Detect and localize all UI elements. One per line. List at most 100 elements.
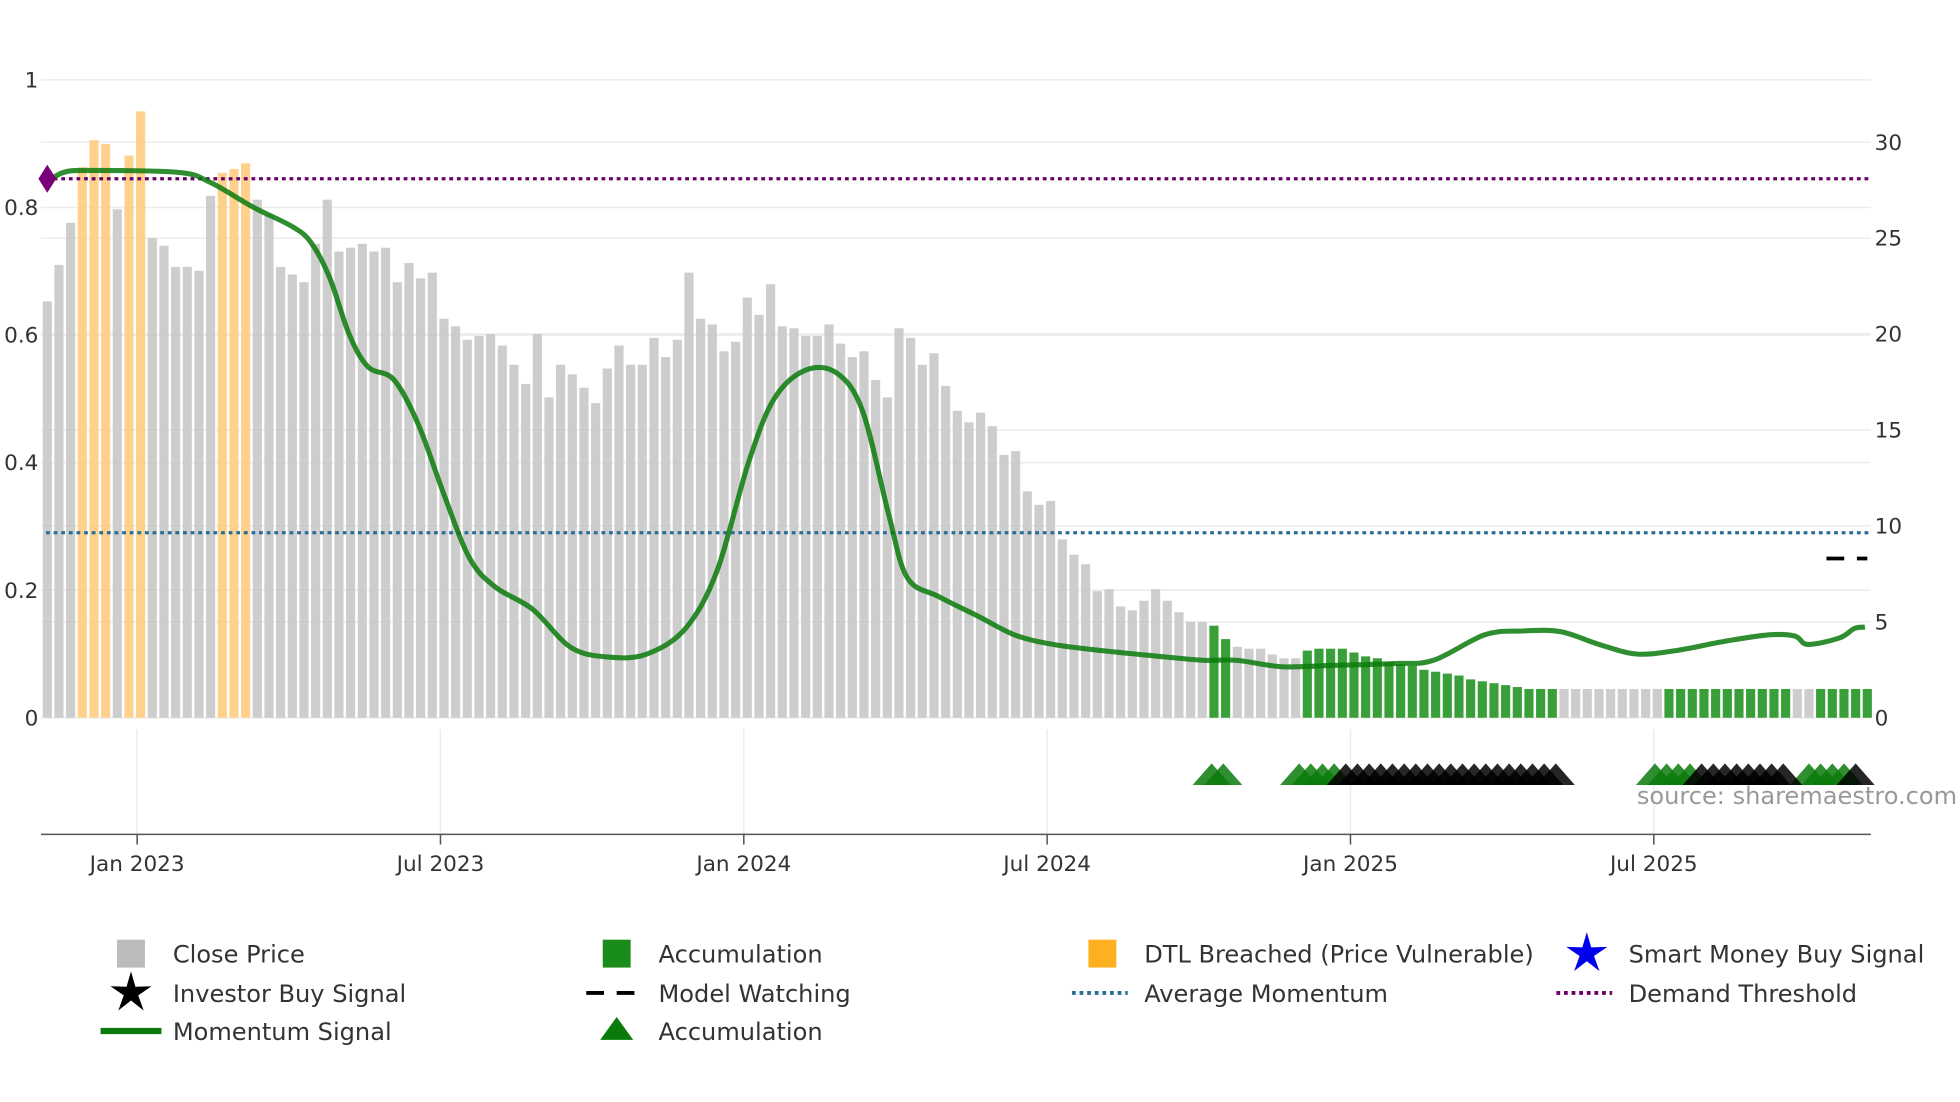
close-price-bar (1034, 504, 1044, 718)
close-price-bar (882, 397, 892, 718)
close-price-bar (696, 318, 706, 718)
accumulation-bar (1221, 639, 1231, 718)
close-price-bar (54, 264, 64, 718)
close-price-bar (591, 403, 601, 718)
close-price-bar (544, 397, 554, 718)
accumulation-bar (1769, 688, 1779, 718)
close-price-bar (206, 195, 216, 718)
close-price-bar (801, 335, 811, 718)
close-price-bar (427, 272, 437, 718)
accumulation-bar (1407, 665, 1417, 718)
close-price-bar (264, 215, 274, 718)
close-price-bar (661, 357, 671, 718)
close-price-bar (381, 247, 391, 718)
close-price-bar (999, 454, 1009, 718)
accumulation-bar (1687, 688, 1697, 718)
close-price-bar (1174, 612, 1184, 718)
close-price-bar (754, 314, 764, 718)
accumulation-bar (1547, 688, 1557, 718)
close-price-bar (66, 222, 76, 718)
close-price-bar (824, 324, 834, 718)
close-price-bar (1127, 610, 1137, 718)
close-price-bar (147, 238, 157, 718)
momentum-price-chart: Jan 2023 Jul 2023 Jan 2024 Jul 2024 Jan 2025… (4, 69, 1957, 1046)
close-price-bar (1606, 688, 1616, 718)
close-price-bar (766, 284, 776, 718)
close-price-bar (392, 282, 402, 718)
close-price-bar (42, 301, 52, 718)
close-price-bar (602, 368, 612, 718)
close-price-bar (626, 364, 636, 718)
accumulation-bar (1827, 688, 1837, 718)
close-price-bar (789, 328, 799, 718)
dtl-breached-bar (229, 169, 239, 718)
close-price-bar (941, 385, 951, 718)
left-tick-label: 1 (25, 69, 39, 94)
close-price-bar (812, 335, 822, 718)
accumulation-bar (1524, 688, 1534, 718)
dtl-breached-bar (77, 167, 87, 718)
close-price-bar (346, 247, 356, 718)
legend-dtl-breached-price-vulnerable-icon (1088, 939, 1117, 968)
x-tick-label: Jan 2023 (88, 852, 185, 877)
accumulation-bar (1442, 673, 1452, 718)
right-tick-label: 15 (1875, 419, 1902, 444)
close-price-bar (1629, 688, 1639, 718)
close-price-bar (906, 337, 916, 718)
accumulation-bar (1746, 688, 1756, 718)
accumulation-bar (1326, 648, 1336, 718)
close-price-bar (1197, 621, 1207, 718)
close-price-bar (1116, 606, 1126, 718)
accumulation-bar (1384, 662, 1394, 718)
close-price-bar (1256, 648, 1266, 718)
close-price-bar (182, 266, 192, 718)
accumulation-bar (1512, 687, 1522, 718)
accumulation-bar (1396, 664, 1406, 718)
accumulation-bar (1501, 685, 1511, 718)
close-price-bar (1232, 646, 1242, 718)
close-price-bar (684, 272, 694, 718)
close-price-bar (871, 380, 881, 718)
close-price-bar (1092, 591, 1102, 718)
accumulation-bar (1664, 688, 1674, 718)
close-price-bar (929, 353, 939, 718)
accumulation-bar (1466, 679, 1476, 718)
close-price-bar (1022, 491, 1032, 718)
close-price-bar (171, 266, 181, 718)
close-price-bar (112, 209, 122, 718)
close-price-bar (1069, 554, 1079, 718)
accumulation-bar (1722, 688, 1732, 718)
source-label: source: sharemaestro.com (1637, 782, 1957, 810)
close-price-bar (987, 426, 997, 718)
accumulation-bar (1862, 688, 1872, 718)
x-tick-label: Jan 2024 (694, 852, 791, 877)
accumulation-bar (1302, 650, 1312, 718)
right-tick-label: 30 (1875, 131, 1902, 156)
accumulation-bar (1477, 681, 1487, 718)
left-tick-label: 0.2 (4, 579, 38, 604)
close-price-bar (299, 282, 309, 718)
close-price-bar (462, 339, 472, 718)
close-price-bar (287, 274, 297, 718)
close-price-bar (1652, 688, 1662, 718)
accumulation-bar (1851, 688, 1861, 718)
legend-average-momentum-label: Average Momentum (1144, 980, 1388, 1008)
close-price-bar (1011, 451, 1021, 718)
accumulation-bar (1314, 648, 1324, 718)
close-price-bar (474, 335, 484, 718)
x-tick-label: Jul 2025 (1608, 852, 1698, 877)
right-tick-label: 20 (1875, 323, 1902, 348)
close-price-bar (509, 364, 519, 718)
legend: Close Price Accumulation DTL Breached (Pri… (100, 932, 1924, 1046)
close-price-bar (976, 412, 986, 718)
close-price-bar (1792, 688, 1802, 718)
x-tick-label: Jul 2023 (395, 852, 485, 877)
legend-dtl-breached-price-vulnerable-label: DTL Breached (Price Vulnerable) (1144, 941, 1534, 969)
right-tick-label: 0 (1875, 706, 1889, 731)
dtl-breached-bar (136, 111, 146, 718)
close-price-bar (742, 297, 752, 718)
right-tick-label: 25 (1875, 227, 1902, 252)
left-tick-label: 0.4 (4, 451, 38, 476)
right-tick-label: 10 (1875, 514, 1902, 539)
dtl-breached-bar (241, 163, 251, 718)
